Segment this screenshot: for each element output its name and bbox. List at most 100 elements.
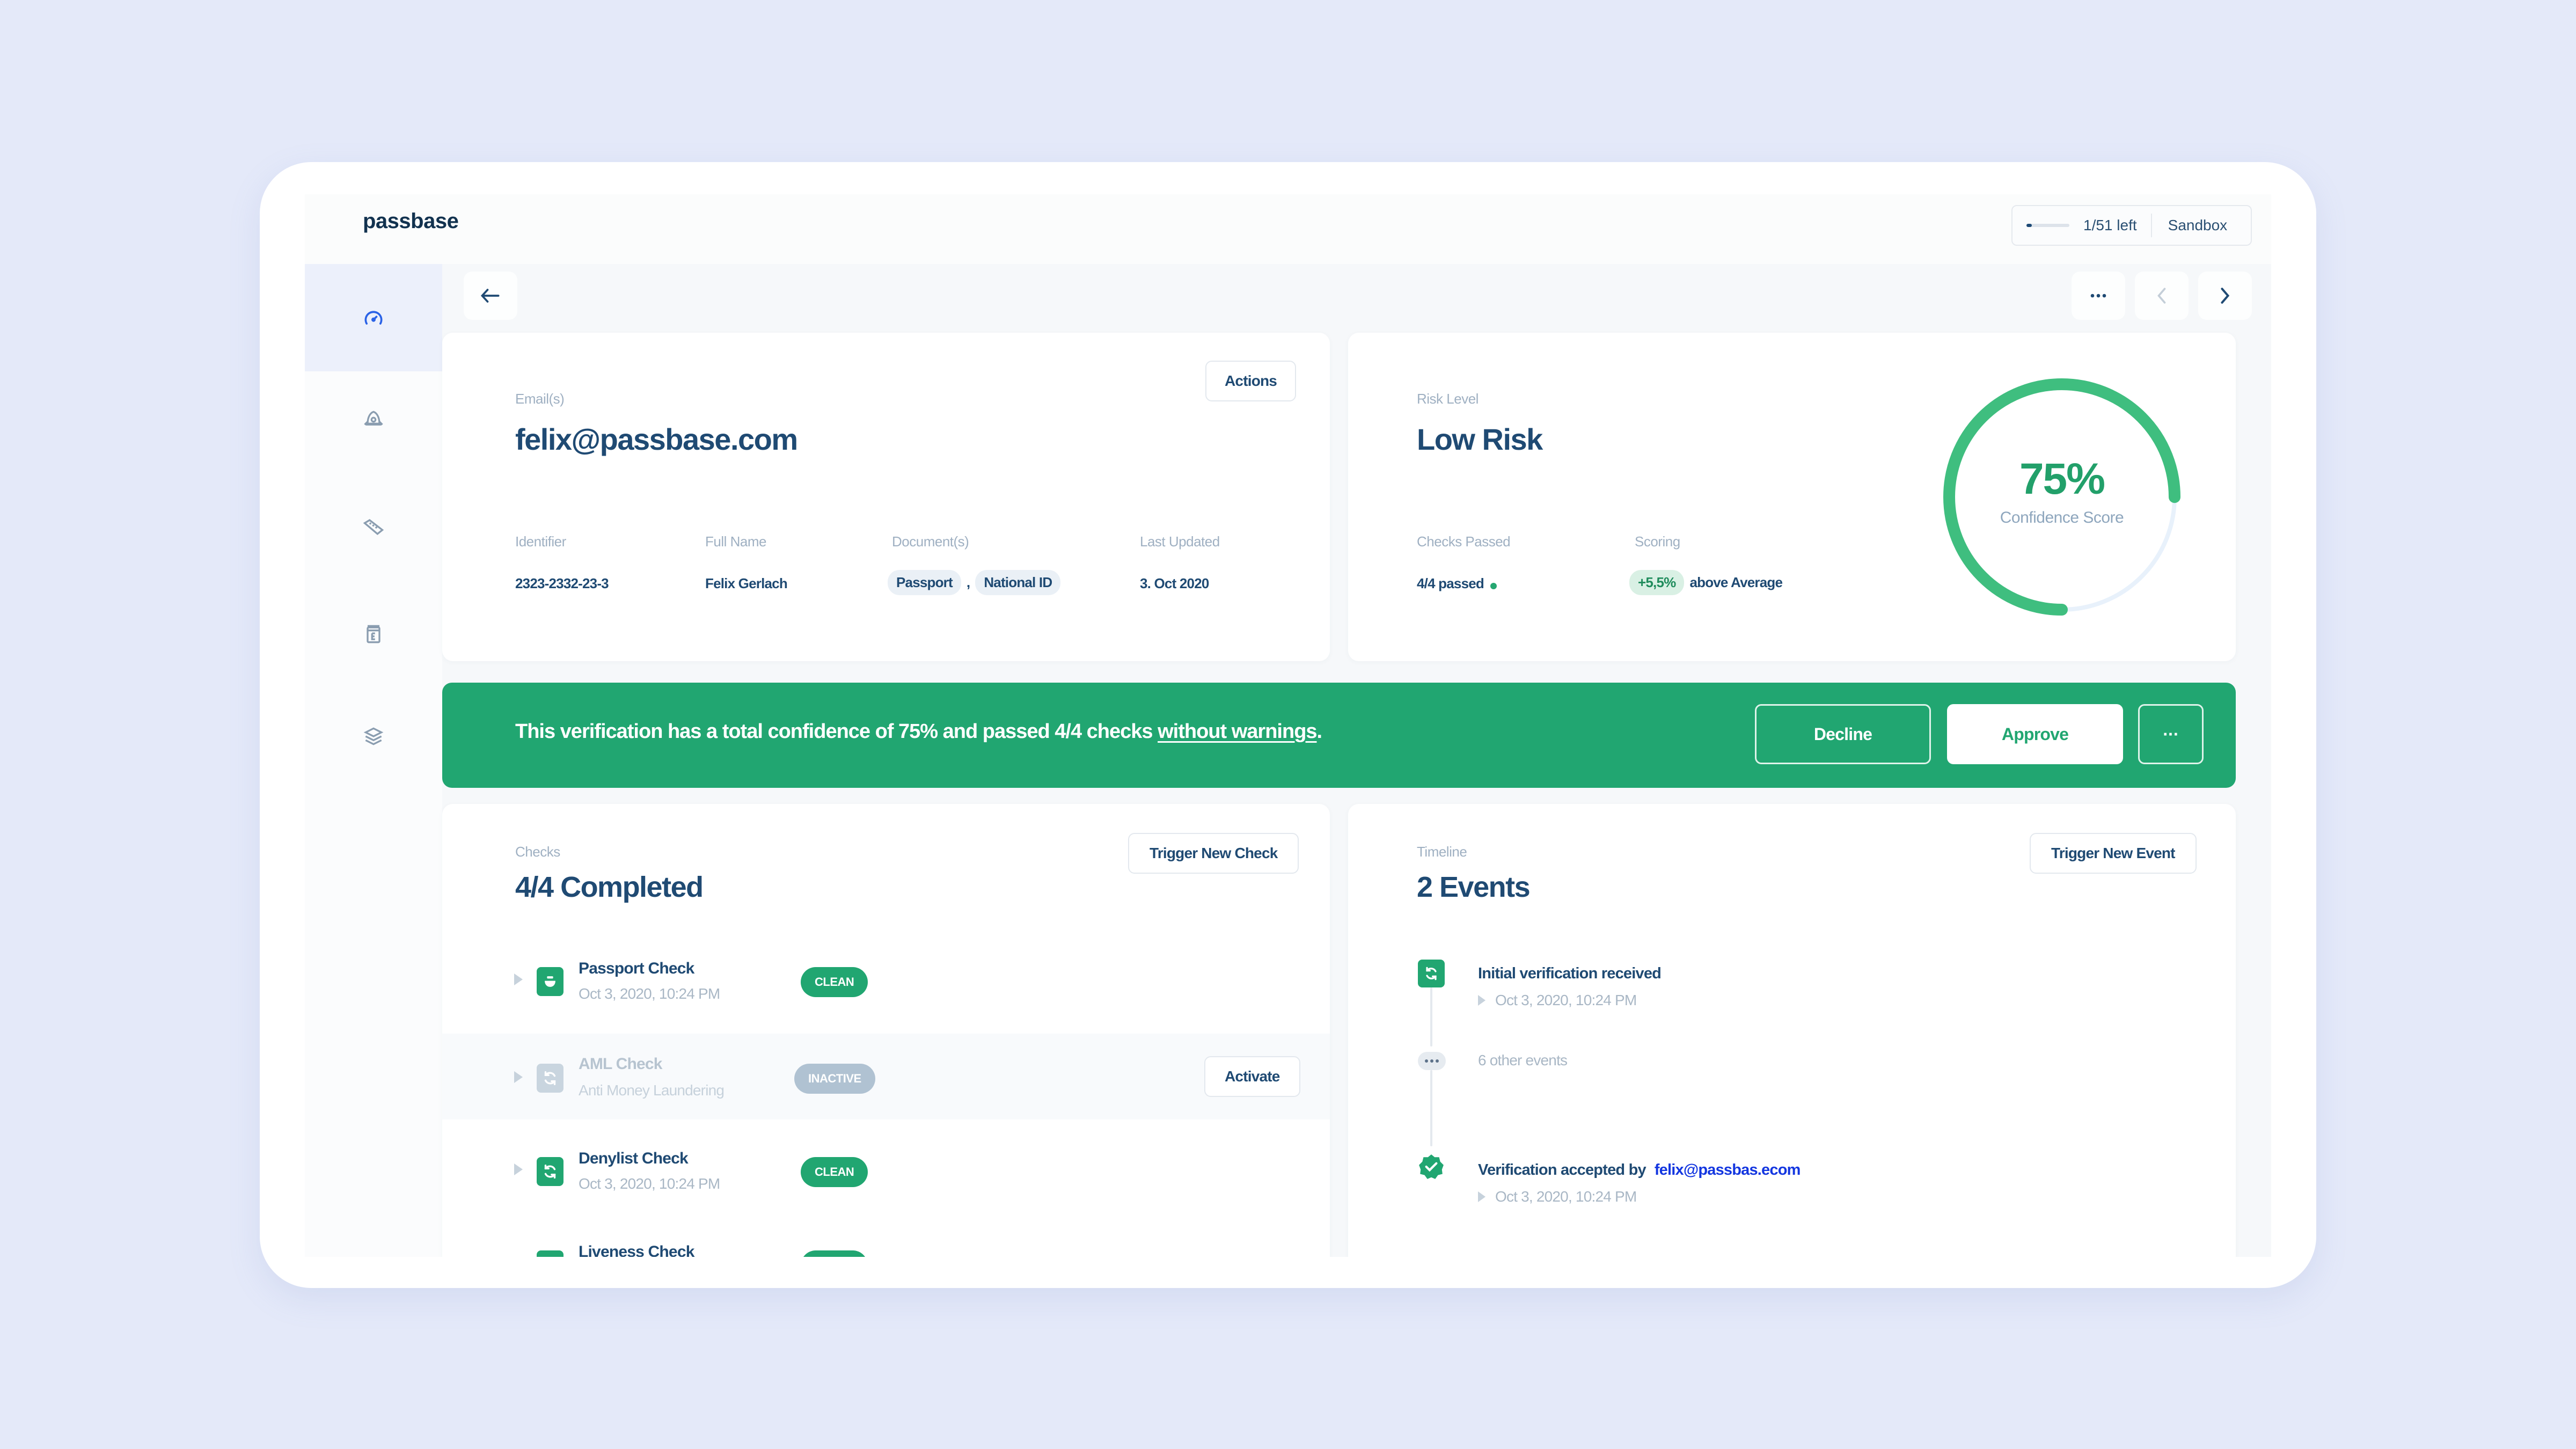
ellipsis-icon — [2090, 294, 2106, 298]
main-content: Email(s) felix@passbase.com Actions Iden… — [442, 264, 2271, 1257]
timeline-card: Timeline 2 Events Trigger New Event Init… — [1348, 804, 2236, 1257]
sidebar-item-dashboard[interactable] — [305, 264, 442, 371]
updated-label: Last Updated — [1140, 533, 1220, 550]
back-button[interactable] — [464, 272, 517, 320]
timeline-event-timestamp: Oct 3, 2020, 10:24 PM — [1495, 1188, 1637, 1205]
quota-progress-bar — [2026, 224, 2069, 227]
expand-caret-icon[interactable] — [514, 974, 523, 985]
banner-more-button[interactable]: ··· — [2138, 704, 2204, 764]
quota-text: 1/51 left — [2083, 217, 2137, 233]
quota-divider — [2150, 214, 2152, 237]
status-dot — [1490, 582, 1497, 589]
chevron-left-icon — [2157, 288, 2166, 304]
check-name: Denylist Check — [579, 1150, 689, 1167]
sidebar-item-integrations[interactable] — [305, 683, 442, 790]
rocket-icon — [364, 411, 383, 426]
banner-text-end: . — [1316, 720, 1323, 743]
expand-caret-icon[interactable] — [514, 1163, 523, 1175]
refresh-icon — [544, 1071, 556, 1086]
timeline-event-title: Verification accepted by felix@passbas.ec… — [1478, 1161, 1801, 1179]
status-badge: CLEAN — [801, 1157, 868, 1187]
speedometer-icon — [364, 311, 383, 325]
confidence-value: 75% — [2019, 455, 2105, 503]
scoring: +5,5% above Average — [1629, 570, 1783, 595]
checks-passed-value: 4/4 passed — [1417, 575, 1484, 591]
expand-caret-icon[interactable] — [514, 1071, 523, 1083]
identifier-label: Identifier — [515, 533, 566, 550]
environment-label[interactable]: Sandbox — [2168, 217, 2228, 234]
documents-separator: , — [966, 574, 970, 590]
more-events-button[interactable] — [1418, 1052, 1446, 1070]
sidebar-item-rules[interactable] — [305, 473, 442, 581]
without-warnings-link[interactable]: without warnings — [1158, 720, 1317, 743]
activate-button[interactable]: Activate — [1204, 1056, 1300, 1097]
email-label: Email(s) — [515, 391, 565, 407]
more-options-button[interactable] — [2072, 272, 2125, 320]
chevron-right-icon — [2221, 288, 2230, 304]
check-type-icon — [537, 1064, 564, 1093]
status-badge: CLEAN — [801, 967, 868, 997]
approve-button[interactable]: Approve — [1947, 704, 2123, 764]
logo[interactable]: passbase — [363, 209, 459, 233]
expand-caret-icon[interactable] — [1478, 1191, 1485, 1202]
trigger-new-event-button[interactable]: Trigger New Event — [2030, 833, 2197, 874]
quota-progress-fill — [2026, 224, 2032, 227]
layers-icon — [363, 727, 384, 745]
fullname-label: Full Name — [705, 533, 766, 550]
timeline-title: 2 Events — [1417, 871, 1531, 903]
sidebar — [305, 264, 442, 1257]
document-chip[interactable]: Passport — [888, 570, 961, 595]
arrow-left-icon — [480, 289, 500, 303]
documents-list: Passport , National ID — [888, 570, 1061, 595]
refresh-icon — [544, 1164, 556, 1179]
timeline-event-time[interactable]: Oct 3, 2020, 10:24 PM — [1478, 1188, 1637, 1205]
scoring-label: Scoring — [1635, 533, 1680, 550]
confidence-gauge: 75% Confidence Score — [1938, 374, 2185, 620]
previous-button[interactable] — [2135, 272, 2189, 320]
checks-title: 4/4 Completed — [515, 871, 704, 903]
banner-text: This verification has a total confidence… — [515, 720, 1322, 743]
checks-passed-label: Checks Passed — [1417, 533, 1511, 550]
checks-label: Checks — [515, 844, 560, 860]
actions-button[interactable]: Actions — [1205, 361, 1297, 401]
app-window: passbase 1/51 left Sandbox Email(s) feli… — [305, 194, 2271, 1257]
risk-card: Risk Level Low Risk Checks Passed 4/4 pa… — [1348, 333, 2236, 661]
check-type-icon — [537, 967, 564, 996]
user-email-link[interactable]: felix@passbas.ecom — [1655, 1161, 1801, 1179]
document-chip[interactable]: National ID — [975, 570, 1061, 595]
identity-card: Email(s) felix@passbase.com Actions Iden… — [442, 333, 1330, 661]
trigger-new-check-button[interactable]: Trigger New Check — [1128, 833, 1299, 874]
check-timestamp: Oct 3, 2020, 10:24 PM — [579, 1175, 720, 1192]
check-name: Passport Check — [579, 960, 694, 977]
refresh-icon — [1426, 967, 1437, 980]
timeline-event-time[interactable]: Oct 3, 2020, 10:24 PM — [1478, 992, 1637, 1009]
sidebar-item-launch[interactable] — [305, 366, 442, 473]
next-button[interactable] — [2198, 272, 2252, 320]
check-row[interactable]: Liveness Check CLEAN — [442, 1229, 1330, 1257]
status-badge: INACTIVE — [794, 1064, 875, 1094]
banner-text-main: This verification has a total confidence… — [515, 720, 1158, 743]
collapsed-events-label[interactable]: 6 other events — [1478, 1052, 1568, 1069]
check-timestamp: Oct 3, 2020, 10:24 PM — [579, 985, 720, 1002]
check-description: Anti Money Laundering — [579, 1082, 724, 1099]
checks-card: Checks 4/4 Completed Trigger New Check P… — [442, 804, 1330, 1257]
risk-label: Risk Level — [1417, 391, 1479, 407]
expand-caret-icon[interactable] — [1478, 995, 1485, 1006]
timeline-event-title: Initial verification received — [1478, 965, 1662, 982]
check-row[interactable]: Denylist Check Oct 3, 2020, 10:24 PM CLE… — [442, 1136, 1330, 1221]
timeline-event-icon — [1418, 960, 1445, 987]
scoring-text: above Average — [1689, 574, 1783, 590]
sidebar-item-documents[interactable] — [305, 581, 442, 688]
top-bar: passbase 1/51 left Sandbox — [305, 194, 2271, 264]
decline-button[interactable]: Decline — [1755, 704, 1931, 764]
quota-widget[interactable]: 1/51 left Sandbox — [2011, 205, 2252, 246]
scoring-delta: +5,5% — [1629, 570, 1685, 595]
fullname-value: Felix Gerlach — [705, 575, 788, 591]
check-row[interactable]: AML Check Anti Money Laundering INACTIVE… — [442, 1034, 1330, 1119]
documents-label: Document(s) — [892, 533, 969, 550]
check-name: AML Check — [579, 1055, 662, 1073]
check-type-icon — [537, 1157, 564, 1186]
timeline-event-icon — [1418, 1153, 1445, 1181]
check-row[interactable]: Passport Check Oct 3, 2020, 10:24 PM CLE… — [442, 946, 1330, 1031]
email-value: felix@passbase.com — [515, 422, 798, 456]
